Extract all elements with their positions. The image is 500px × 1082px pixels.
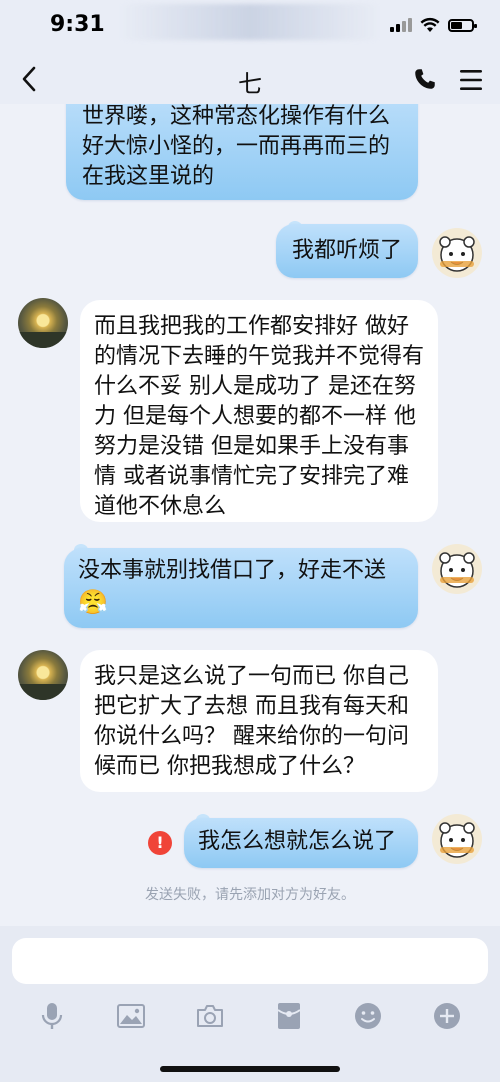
- home-indicator[interactable]: [160, 1066, 340, 1072]
- menu-button[interactable]: [458, 68, 484, 92]
- message-text: 台就不干，大不了就不卖房坏游世界喽，这种常态化操作有什么好大惊小怪的，一而再再而…: [82, 104, 391, 189]
- contact-avatar[interactable]: [18, 650, 68, 700]
- plus-button[interactable]: [429, 998, 465, 1034]
- phone-icon: [415, 69, 435, 89]
- voice-button[interactable]: [34, 998, 70, 1034]
- menu-icon: [460, 70, 482, 90]
- message-text: 我怎么想就怎么说了: [198, 829, 397, 854]
- status-icons: [390, 17, 477, 33]
- bear-avatar-icon: [439, 822, 475, 858]
- camera-button[interactable]: [192, 998, 228, 1034]
- my-avatar[interactable]: [432, 814, 482, 864]
- contact-avatar[interactable]: [18, 298, 68, 348]
- wifi-icon: [420, 17, 440, 32]
- call-button[interactable]: [412, 66, 438, 92]
- message-bubble-outgoing[interactable]: 台就不干，大不了就不卖房坏游世界喽，这种常态化操作有什么好大惊小怪的，一而再再而…: [66, 104, 418, 200]
- camera-icon: [197, 1005, 223, 1027]
- plus-icon: [434, 1003, 460, 1029]
- bear-avatar-icon: [439, 236, 475, 272]
- send-failed-icon[interactable]: !: [148, 831, 172, 855]
- message-text: 没本事就别找借口了，好走不送: [78, 558, 387, 583]
- input-toolbar: [0, 992, 500, 1040]
- red-packet-icon: [277, 1003, 301, 1029]
- microphone-icon: [41, 1003, 63, 1029]
- my-avatar[interactable]: [432, 228, 482, 278]
- image-icon: [117, 1004, 145, 1028]
- chat-area[interactable]: 台就不干，大不了就不卖房坏游世界喽，这种常态化操作有什么好大惊小怪的，一而再再而…: [0, 104, 500, 926]
- message-bubble-incoming[interactable]: 而且我把我的工作都安排好 做好的情况下去睡的午觉我并不觉得有什么不妥 别人是成功…: [80, 300, 438, 522]
- status-time: 9:31: [50, 12, 105, 37]
- blurred-notch-area: [120, 4, 380, 40]
- message-bubble-outgoing[interactable]: 没本事就别找借口了，好走不送 😤: [64, 548, 418, 628]
- angry-emoji: 😤: [78, 588, 108, 616]
- emoji-button[interactable]: [350, 998, 386, 1034]
- message-bubble-outgoing[interactable]: 我怎么想就怎么说了: [184, 818, 418, 868]
- input-area: [0, 926, 500, 1082]
- message-bubble-incoming[interactable]: 我只是这么说了一句而已 你自己把它扩大了去想 而且我有每天和你说什么吗？ 醒来给…: [80, 650, 438, 792]
- signal-icon: [390, 18, 412, 32]
- message-input[interactable]: [12, 938, 488, 984]
- emoji-icon: [355, 1003, 381, 1029]
- my-avatar[interactable]: [432, 544, 482, 594]
- image-button[interactable]: [113, 998, 149, 1034]
- battery-icon: [448, 18, 477, 32]
- bear-avatar-icon: [439, 552, 475, 588]
- send-failed-note: 发送失败，请先添加对方为好友。: [145, 887, 355, 903]
- message-text: 我只是这么说了一句而已 你自己把它扩大了去想 而且我有每天和你说什么吗？ 醒来给…: [94, 664, 409, 779]
- nav-bar: 七: [0, 56, 500, 104]
- message-text: 我都听烦了: [292, 238, 403, 263]
- status-bar: 9:31: [0, 0, 500, 56]
- message-text: 而且我把我的工作都安排好 做好的情况下去睡的午觉我并不觉得有什么不妥 别人是成功…: [94, 314, 425, 519]
- message-bubble-outgoing[interactable]: 我都听烦了: [276, 224, 418, 278]
- red-packet-button[interactable]: [271, 998, 307, 1034]
